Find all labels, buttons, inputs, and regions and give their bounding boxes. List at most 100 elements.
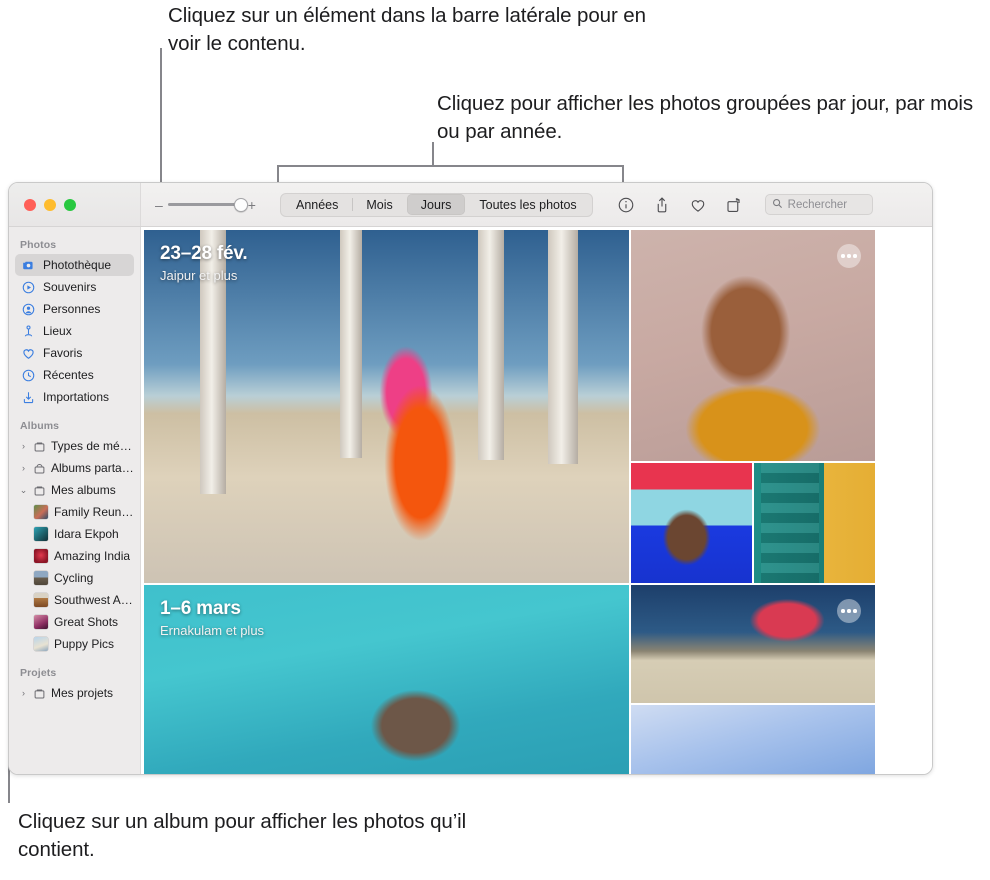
tab-jours[interactable]: Jours xyxy=(406,194,466,215)
share-icon[interactable] xyxy=(653,196,671,214)
tab-annees[interactable]: Années xyxy=(282,194,352,215)
slider-track[interactable] xyxy=(167,197,248,212)
sidebar-section-photos-header: Photos xyxy=(20,239,57,251)
sidebar-item-personnes[interactable]: Personnes xyxy=(15,298,134,320)
photo-woman-swimming[interactable]: 1–6 mars Ernakulam et plus xyxy=(144,585,629,774)
sidebar-item-label: Récentes xyxy=(43,368,94,382)
sidebar-item-label: Types de média xyxy=(51,439,134,453)
view-mode-segmented-control[interactable]: Années Mois Jours Toutes les photos xyxy=(279,192,593,217)
info-icon[interactable] xyxy=(617,196,635,214)
heart-icon xyxy=(21,346,36,361)
sidebar-section-albums-header: Albums xyxy=(20,420,60,432)
sidebar-item-label: Souvenirs xyxy=(43,280,97,294)
folder-icon xyxy=(32,439,47,454)
group-place: Jaipur et plus xyxy=(160,268,238,283)
callout-album-text: Cliquez sur un album pour afficher les p… xyxy=(18,810,467,861)
sidebar-item-label: Importations xyxy=(43,390,110,404)
zoom-in-label[interactable]: + xyxy=(248,198,256,212)
sidebar-item-label: Mes projets xyxy=(51,686,114,700)
tab-mois[interactable]: Mois xyxy=(352,194,406,215)
sidebar-item-types-de-media[interactable]: › Types de média xyxy=(15,435,134,457)
import-icon xyxy=(21,390,36,405)
photos-app-window: – + Années Mois Jours Toutes les photos xyxy=(8,182,933,775)
thumbnail-size-slider[interactable]: – + xyxy=(155,197,256,212)
photo-image xyxy=(631,585,875,703)
leader-line-tabs-bracket-right xyxy=(622,165,624,182)
folder-icon xyxy=(32,686,47,701)
leader-line-tabs-bracket xyxy=(277,165,623,167)
minimize-button[interactable] xyxy=(44,198,56,211)
sidebar-item-label: Favoris xyxy=(43,346,83,360)
sidebar-album-label: Great Shots xyxy=(54,615,119,629)
sidebar-item-lieux[interactable]: Lieux xyxy=(15,320,134,342)
traffic-lights[interactable] xyxy=(24,198,76,211)
memories-icon xyxy=(21,280,36,295)
photo-cyclist-with-red-cape[interactable] xyxy=(631,585,875,703)
photo-options-button[interactable] xyxy=(837,599,861,623)
sidebar-item-mes-projets[interactable]: › Mes projets xyxy=(15,682,134,704)
rotate-icon[interactable] xyxy=(725,196,743,214)
places-pin-icon xyxy=(21,324,36,339)
album-thumbnail xyxy=(34,505,48,519)
sidebar-album-idara-ekpoh[interactable]: Idara Ekpoh xyxy=(15,523,134,545)
sidebar-section-projets-header: Projets xyxy=(20,667,57,679)
tab-toutes-les-photos[interactable]: Toutes les photos xyxy=(465,194,590,215)
photo-woman-by-green-door[interactable] xyxy=(754,463,875,583)
album-thumbnail xyxy=(34,571,48,585)
sidebar-album-family-reunion[interactable]: Family Reuni… xyxy=(15,501,134,523)
leader-line-tabs-bracket-left xyxy=(277,165,279,182)
photo-smiling-woman-portrait[interactable] xyxy=(631,230,875,461)
sidebar-item-recentes[interactable]: Récentes xyxy=(15,364,134,386)
photo-grid[interactable]: 23–28 fév. Jaipur et plus 1–6 mars Ernak… xyxy=(141,227,932,774)
sidebar-item-favoris[interactable]: Favoris xyxy=(15,342,134,364)
sidebar-album-puppy-pics[interactable]: Puppy Pics xyxy=(15,633,134,655)
sidebar-item-label: Lieux xyxy=(43,324,72,338)
toolbar-left-zone xyxy=(9,183,141,226)
sidebar-item-albums-partages[interactable]: › Albums partagés xyxy=(15,457,134,479)
window-toolbar: – + Années Mois Jours Toutes les photos xyxy=(9,183,932,227)
sidebar-item-photolibrary[interactable]: Photothèque xyxy=(15,254,134,276)
sidebar-album-amazing-india[interactable]: Amazing India xyxy=(15,545,134,567)
search-field[interactable]: Rechercher xyxy=(764,194,873,215)
callout-sidebar-text: Cliquez sur un élément dans la barre lat… xyxy=(168,4,646,55)
toolbar-actions xyxy=(617,196,743,214)
close-button[interactable] xyxy=(24,198,36,211)
group-date: 1–6 mars xyxy=(160,598,241,619)
sidebar-item-label: Mes albums xyxy=(51,483,116,497)
sidebar-album-great-shots[interactable]: Great Shots xyxy=(15,611,134,633)
zoom-button[interactable] xyxy=(64,198,76,211)
search-placeholder: Rechercher xyxy=(787,198,848,211)
group-header: 23–28 fév. Jaipur et plus xyxy=(160,243,248,283)
sidebar[interactable]: Photos Photothèque Souvenirs Personnes L… xyxy=(9,227,141,774)
photo-person-against-sky[interactable] xyxy=(631,705,875,774)
sidebar-album-label: Puppy Pics xyxy=(54,637,115,651)
clock-icon xyxy=(21,368,36,383)
sidebar-album-label: Cycling xyxy=(54,571,94,585)
sidebar-album-label: Family Reuni… xyxy=(54,505,134,519)
shared-folder-icon xyxy=(32,461,47,476)
chevron-right-icon[interactable]: › xyxy=(19,463,28,473)
sidebar-item-mes-albums[interactable]: ⌄ Mes albums xyxy=(15,479,134,501)
sidebar-item-label: Photothèque xyxy=(43,258,112,272)
photo-man-with-sunglasses[interactable] xyxy=(631,463,752,583)
sidebar-item-souvenirs[interactable]: Souvenirs xyxy=(15,276,134,298)
sidebar-item-importations[interactable]: Importations xyxy=(15,386,134,408)
album-thumbnail xyxy=(34,593,48,607)
sidebar-album-cycling[interactable]: Cycling xyxy=(15,567,134,589)
chevron-down-icon[interactable]: ⌄ xyxy=(19,485,28,496)
sidebar-album-southwest[interactable]: Southwest A… xyxy=(15,589,134,611)
photo-image xyxy=(631,463,752,583)
photo-column-right xyxy=(631,230,875,583)
people-icon xyxy=(21,302,36,317)
zoom-out-label[interactable]: – xyxy=(155,198,163,212)
chevron-right-icon[interactable]: › xyxy=(19,441,28,451)
chevron-right-icon[interactable]: › xyxy=(19,688,28,698)
photo-library-icon xyxy=(21,258,36,273)
photo-dancer-in-pavilion[interactable]: 23–28 fév. Jaipur et plus xyxy=(144,230,629,583)
heart-icon[interactable] xyxy=(689,196,707,214)
group-header: 1–6 mars Ernakulam et plus xyxy=(160,598,264,638)
slider-knob[interactable] xyxy=(233,197,248,212)
photo-options-button[interactable] xyxy=(837,244,861,268)
photo-image xyxy=(631,705,875,774)
group-date: 23–28 fév. xyxy=(160,243,248,264)
